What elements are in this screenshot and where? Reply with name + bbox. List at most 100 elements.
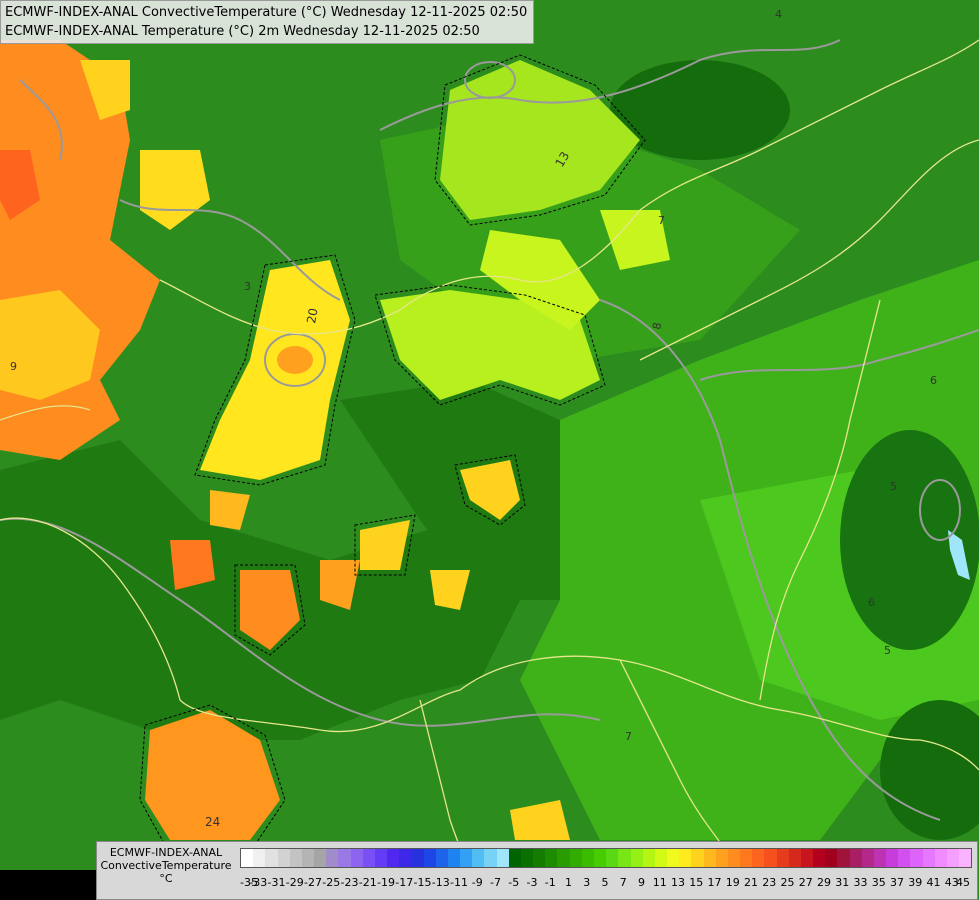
legend-swatch — [557, 849, 570, 867]
legend-swatch — [581, 849, 594, 867]
legend-tick: -27 — [304, 876, 322, 889]
legend-swatch — [873, 849, 887, 867]
dark-green-blob-ne — [610, 60, 790, 160]
legend-tick: -13 — [431, 876, 450, 889]
legend-tick: -3 — [526, 876, 538, 889]
legend-swatch — [788, 849, 801, 867]
legend-swatch — [508, 849, 521, 867]
legend-tick: -23 — [340, 876, 359, 889]
legend-swatch — [959, 849, 972, 867]
map-label-5: 5 — [884, 644, 891, 657]
legend-swatch — [740, 849, 753, 867]
legend-swatch — [265, 849, 278, 867]
legend-tick: 11 — [652, 876, 667, 889]
legend-swatch — [545, 849, 558, 867]
legend-swatch — [447, 849, 461, 867]
legend-tick: 1 — [565, 876, 572, 889]
map-label-24: 24 — [205, 815, 220, 829]
legend-model: ECMWF-INDEX-ANAL — [109, 846, 223, 859]
legend-label: ECMWF-INDEX-ANAL ConvectiveTemperature °… — [97, 846, 235, 885]
legend-tick: 3 — [583, 876, 591, 889]
legend-swatch — [679, 849, 692, 867]
legend-tick: 31 — [835, 876, 850, 889]
legend-swatch — [387, 849, 400, 867]
legend-swatch — [301, 849, 315, 867]
legend-swatch — [813, 849, 826, 867]
legend-tick: -17 — [395, 876, 414, 889]
legend-tick: -29 — [285, 876, 304, 889]
title-line-temperature: ECMWF-INDEX-ANAL Temperature (°C) 2m Wed… — [5, 24, 480, 39]
map-label-5b: 5 — [890, 480, 897, 493]
map-label-4: 4 — [775, 8, 782, 21]
legend-tick: 7 — [619, 876, 627, 889]
legend-tick: 21 — [744, 876, 758, 889]
map-title-box: ECMWF-INDEX-ANAL ConvectiveTemperature (… — [0, 0, 535, 44]
legend-swatch — [898, 849, 911, 867]
legend-tick: -15 — [413, 876, 432, 889]
legend-swatch — [910, 849, 923, 867]
convective-temperature-map[interactable]: 20 24 13 7 5 6 9 8 6 5 4 3 7 — [0, 0, 979, 900]
legend-tick: 13 — [671, 876, 685, 889]
legend-tick: 29 — [817, 876, 831, 889]
legend-swatch — [630, 849, 643, 867]
map-label-7: 7 — [625, 730, 632, 743]
legend-swatch — [423, 849, 436, 867]
legend-swatch — [703, 849, 716, 867]
legend-tick: 33 — [853, 876, 868, 889]
color-legend: ECMWF-INDEX-ANAL ConvectiveTemperature °… — [96, 841, 978, 900]
legend-swatch — [533, 849, 546, 867]
legend-tick: -9 — [471, 876, 483, 889]
legend-swatch — [934, 849, 947, 867]
legend-tick: 17 — [707, 876, 722, 889]
legend-swatch — [752, 849, 765, 867]
orange-blob-central — [277, 346, 313, 374]
legend-swatch — [411, 849, 424, 867]
legend-tick: 9 — [638, 876, 645, 889]
legend-tick: 35 — [871, 876, 886, 889]
legend-swatch — [618, 849, 631, 867]
legend-swatch — [715, 849, 728, 867]
legend-swatch — [435, 849, 448, 867]
legend-tick: 27 — [798, 876, 813, 889]
legend-tick: 25 — [780, 876, 795, 889]
legend-swatch — [642, 849, 655, 867]
legend-swatch — [277, 849, 290, 867]
legend-tick: -11 — [450, 876, 468, 889]
legend-swatch — [946, 849, 960, 867]
legend-swatch — [314, 849, 327, 867]
legend-swatch — [326, 849, 339, 867]
legend-tick: 41 — [926, 876, 941, 889]
legend-swatch — [253, 849, 266, 867]
legend-tick: 15 — [689, 876, 704, 889]
legend-swatch — [350, 849, 363, 867]
legend-color-bar — [240, 848, 972, 868]
legend-swatch — [825, 849, 838, 867]
legend-swatch — [727, 849, 741, 867]
legend-swatch — [289, 849, 302, 867]
legend-variable: ConvectiveTemperature — [100, 859, 232, 872]
legend-swatch — [667, 849, 680, 867]
legend-tick: 45 — [956, 876, 970, 889]
legend-swatch — [362, 849, 375, 867]
map-corner-blank — [0, 870, 96, 900]
legend-ticks: -35 -33 -31 -29 -27 -25 -23 -21 -19 -17 -15 -13 -11-… — [240, 876, 970, 890]
legend-swatch — [654, 849, 668, 867]
legend-swatch — [886, 849, 899, 867]
legend-tick: -21 — [358, 876, 377, 889]
legend-tick: -25 — [322, 876, 341, 889]
legend-swatch — [593, 849, 607, 867]
legend-swatch — [861, 849, 874, 867]
legend-swatch — [776, 849, 789, 867]
legend-tick: 5 — [601, 876, 609, 889]
legend-tick: 23 — [762, 876, 777, 889]
legend-swatch — [606, 849, 619, 867]
legend-swatch — [338, 849, 351, 867]
legend-swatch — [849, 849, 862, 867]
weather-map-page: 20 24 13 7 5 6 9 8 6 5 4 3 7 ECMWF-INDEX… — [0, 0, 979, 900]
legend-tick: -19 — [377, 876, 395, 889]
legend-tick: -7 — [490, 876, 501, 889]
legend-swatch — [472, 849, 485, 867]
legend-swatch — [837, 849, 850, 867]
legend-swatch — [460, 849, 473, 867]
legend-tick: 37 — [890, 876, 904, 889]
